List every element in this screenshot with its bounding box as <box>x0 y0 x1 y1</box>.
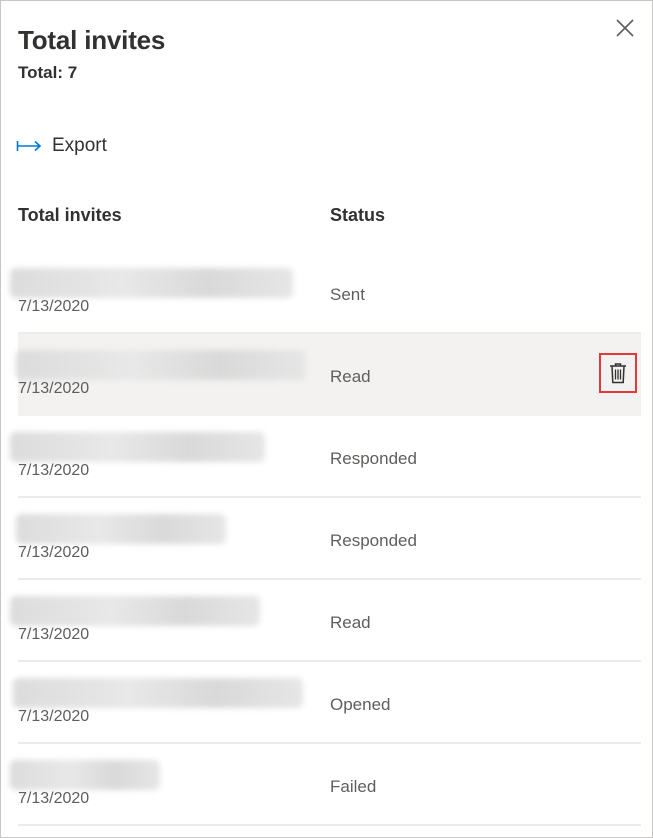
invite-status: Sent <box>330 285 365 304</box>
table-row[interactable]: 7/13/2020 Opened <box>13 662 641 744</box>
invite-status: Read <box>330 613 371 632</box>
email-redacted <box>16 350 306 380</box>
table-row[interactable]: 7/13/2020 Responded <box>16 498 641 580</box>
table-row[interactable]: 7/13/2020 Failed <box>10 744 641 826</box>
invite-date: 7/13/2020 <box>18 462 90 479</box>
export-label: Export <box>52 135 107 156</box>
invite-date: 7/13/2020 <box>18 298 90 315</box>
column-header-invites: Total invites <box>18 205 122 225</box>
close-icon <box>616 19 634 37</box>
invite-date: 7/13/2020 <box>18 626 90 643</box>
invites-list: 7/13/2020 Sent 7/13/2020 Read 7/13/2020 … <box>10 252 641 826</box>
table-row[interactable]: 7/13/2020 Sent <box>10 252 641 334</box>
email-redacted <box>10 760 160 790</box>
table-row[interactable]: 7/13/2020 Read <box>10 580 641 662</box>
invite-date: 7/13/2020 <box>18 708 90 725</box>
delete-button[interactable] <box>599 353 637 393</box>
table-row[interactable]: 7/13/2020 Read <box>16 334 641 416</box>
total-count: Total: 7 <box>18 63 78 82</box>
invite-date: 7/13/2020 <box>18 544 90 561</box>
invite-date: 7/13/2020 <box>18 380 90 397</box>
email-redacted <box>10 596 260 626</box>
email-redacted <box>13 678 303 708</box>
export-arrow-icon <box>16 140 42 152</box>
trash-icon <box>610 363 626 384</box>
invite-status: Opened <box>330 695 391 714</box>
invite-status: Responded <box>330 531 417 550</box>
invite-status: Failed <box>330 777 377 796</box>
email-redacted <box>10 268 293 298</box>
close-button[interactable] <box>613 16 637 40</box>
panel-title: Total invites <box>18 25 166 55</box>
invites-panel: Total invites Total: 7 Export Total invi… <box>0 0 653 838</box>
email-redacted <box>16 514 226 544</box>
table-row[interactable]: 7/13/2020 Responded <box>10 416 641 498</box>
email-redacted <box>10 432 265 462</box>
invite-status: Read <box>330 367 371 386</box>
column-header-status: Status <box>330 205 386 225</box>
invite-date: 7/13/2020 <box>18 790 90 807</box>
export-button[interactable]: Export <box>16 133 107 159</box>
invite-status: Responded <box>330 449 417 468</box>
